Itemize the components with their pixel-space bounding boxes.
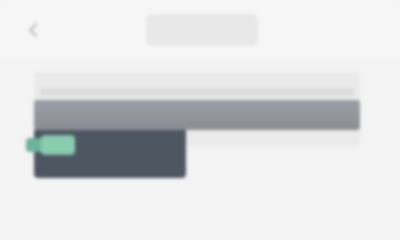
panel-divider [40,88,354,96]
top-bar [0,0,400,58]
back-arrow-icon[interactable] [28,22,42,36]
media-track[interactable] [34,100,360,130]
progress-knob[interactable] [41,135,75,155]
app-screen [0,0,400,212]
title-pill [146,14,258,46]
media-track-fill [34,100,360,130]
